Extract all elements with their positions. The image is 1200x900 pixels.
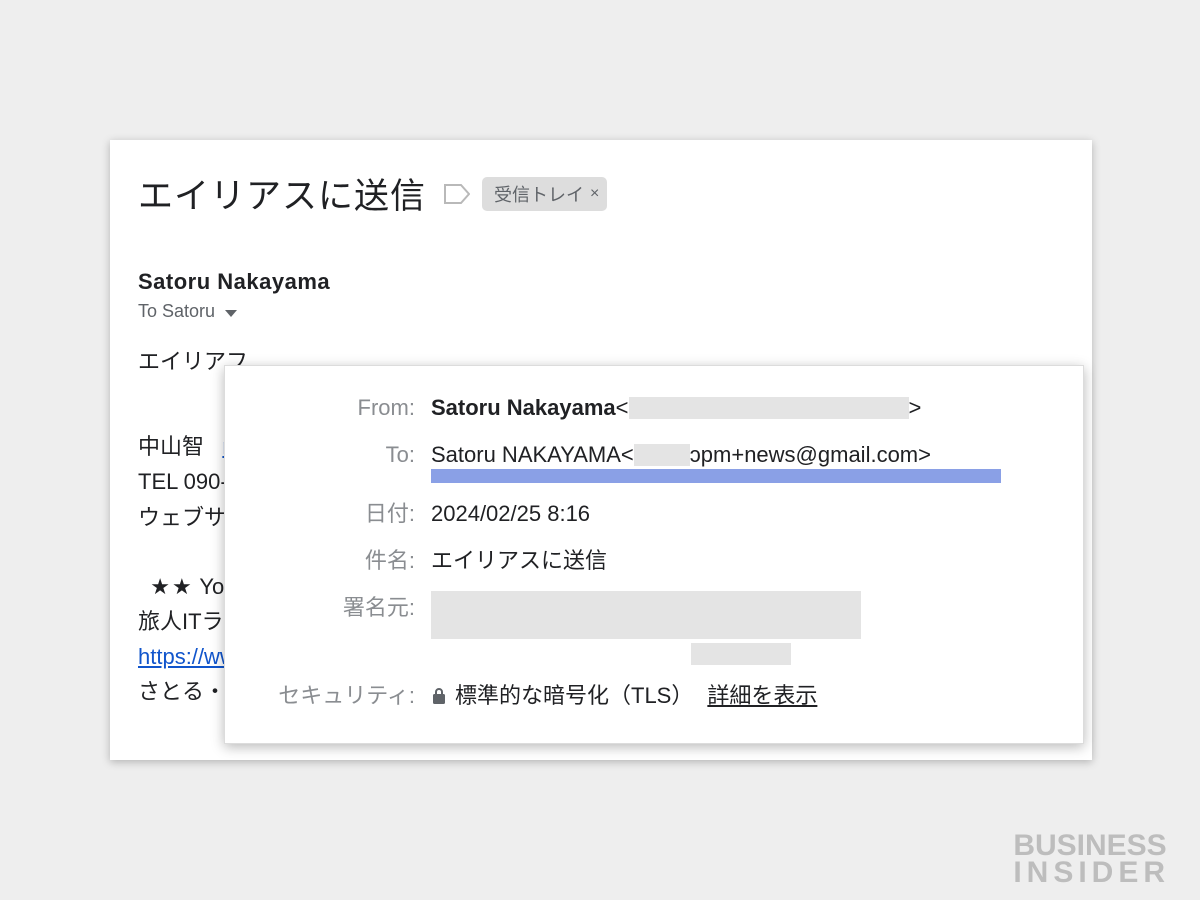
message-details-popover: From: Satoru Nakayama < > To: Satoru NAK… [224,365,1084,744]
sender-name: Satoru Nakayama [138,269,1064,295]
details-row-to: To: Satoru NAKAYAMA < ɔpm+news@gmail.com… [247,431,1061,490]
label-date: 日付: [247,497,431,530]
redacted-from-email [629,397,909,419]
chip-remove-icon[interactable]: × [590,185,599,203]
subject-line: エイリアスに送信 受信トレイ × [110,140,1092,229]
expand-details-icon[interactable] [225,310,237,317]
lock-icon [431,687,447,705]
details-row-from: From: Satoru Nakayama < > [247,384,1061,431]
watermark-line-1: BUSINESS [1013,832,1170,859]
redacted-signed-by [431,591,861,639]
details-row-date: 日付: 2024/02/25 8:16 [247,490,1061,537]
details-row-signed: 署名元: [247,584,1061,672]
value-to: Satoru NAKAYAMA < ɔpm+news@gmail.com> [431,438,1001,483]
to-summary-line[interactable]: To Satoru [138,301,1064,322]
label-to: To: [247,438,431,471]
value-security: 標準的な暗号化（TLS） 詳細を表示 [431,679,817,712]
subject-text: エイリアスに送信 [138,168,426,219]
business-insider-watermark: BUSINESS INSIDER [1013,832,1170,886]
label-tag-icon[interactable] [444,184,470,204]
details-row-subject: 件名: エイリアスに送信 [247,537,1061,584]
redacted-to-prefix [634,444,690,466]
inbox-chip-label: 受信トレイ [494,181,584,207]
value-from: Satoru Nakayama < > [431,391,921,424]
security-details-link[interactable]: 詳細を表示 [707,679,817,712]
value-subject: エイリアスに送信 [431,544,607,577]
selection-highlight-bar [431,469,1001,483]
label-from: From: [247,391,431,424]
to-summary-text: To Satoru [138,301,215,322]
redacted-signed-by-2 [691,643,791,665]
value-signed [431,591,861,665]
label-subject: 件名: [247,544,431,577]
watermark-line-2: INSIDER [1013,859,1170,886]
value-date: 2024/02/25 8:16 [431,497,590,530]
label-signed: 署名元: [247,591,431,624]
label-security: セキュリティ: [247,679,431,712]
details-row-security: セキュリティ: 標準的な暗号化（TLS） 詳細を表示 [247,672,1061,719]
sender-block: Satoru Nakayama To Satoru [110,229,1092,322]
inbox-chip[interactable]: 受信トレイ × [482,177,607,211]
